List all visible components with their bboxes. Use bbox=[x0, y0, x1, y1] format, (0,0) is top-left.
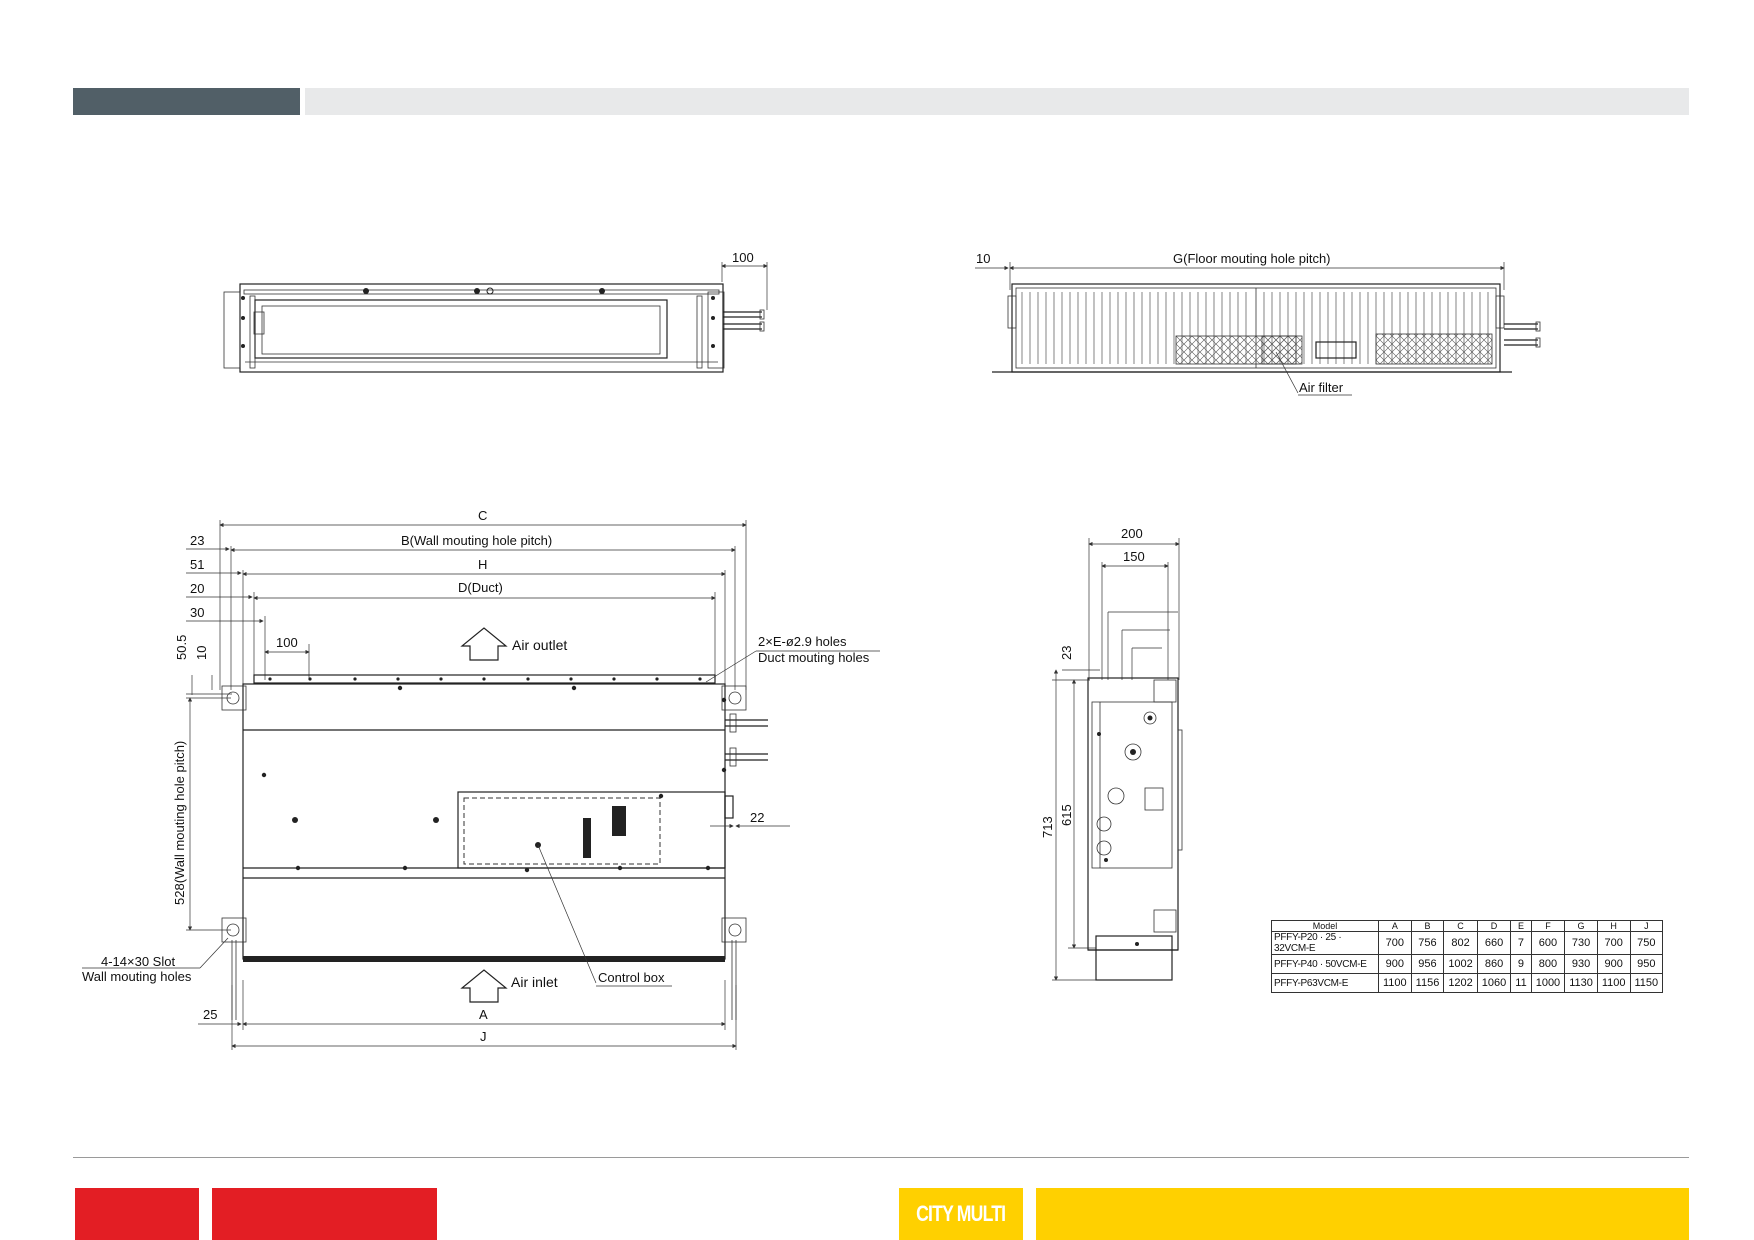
dim-c: C bbox=[478, 508, 487, 523]
dim-h: H bbox=[478, 557, 487, 572]
dim-100: 100 bbox=[276, 635, 298, 650]
footer-rule bbox=[73, 1157, 1689, 1158]
table-cell: 1150 bbox=[1629, 973, 1664, 993]
dim-23: 23 bbox=[190, 533, 204, 548]
table-header: G bbox=[1564, 920, 1598, 932]
dim-30: 30 bbox=[190, 605, 204, 620]
dim-a: A bbox=[479, 1007, 488, 1022]
table-cell: 11 bbox=[1510, 973, 1532, 993]
dim-d: D(Duct) bbox=[458, 580, 503, 595]
dim-200: 200 bbox=[1121, 526, 1143, 541]
table-cell: 1130 bbox=[1564, 973, 1598, 993]
dim-25: 25 bbox=[203, 1007, 217, 1022]
label-duct-holes: Duct mouting holes bbox=[758, 650, 870, 665]
dimension-table: Model A B C D E F G H J PFFY-P20 · 25 · … bbox=[1271, 920, 1664, 993]
table-cell: 950 bbox=[1629, 954, 1664, 974]
table-header: B bbox=[1410, 920, 1445, 932]
table-cell: 756 bbox=[1410, 931, 1445, 955]
label-wall-holes: Wall mouting holes bbox=[82, 969, 192, 984]
table-cell: 1002 bbox=[1443, 954, 1478, 974]
dim-label: 10 bbox=[976, 251, 990, 266]
label-air-outlet: Air outlet bbox=[512, 637, 567, 653]
footer-yellow-bar bbox=[1036, 1188, 1689, 1240]
dim-10: 10 bbox=[194, 646, 209, 660]
table-header: E bbox=[1510, 920, 1532, 932]
table-cell: PFFY-P40 · 50VCM-E bbox=[1271, 954, 1379, 974]
table-cell: PFFY-P20 · 25 · 32VCM-E bbox=[1271, 931, 1379, 955]
table-header: Model bbox=[1271, 920, 1379, 932]
table-cell: PFFY-P63VCM-E bbox=[1271, 973, 1379, 993]
table-header: C bbox=[1443, 920, 1478, 932]
footer-red-block-wide bbox=[212, 1188, 437, 1240]
table-row: PFFY-P20 · 25 · 32VCM-E 700 756 802 660 … bbox=[1271, 931, 1664, 955]
table-header: H bbox=[1596, 920, 1631, 932]
dim-713: 713 bbox=[1040, 816, 1055, 838]
table-cell: 956 bbox=[1410, 954, 1445, 974]
table-cell: 1202 bbox=[1443, 973, 1478, 993]
table-cell: 600 bbox=[1530, 931, 1566, 955]
table-header-row: Model A B C D E F G H J bbox=[1271, 920, 1664, 932]
table-cell: 1156 bbox=[1410, 973, 1445, 993]
table-cell: 900 bbox=[1596, 954, 1631, 974]
table-header: A bbox=[1378, 920, 1412, 932]
table-cell: 750 bbox=[1629, 931, 1664, 955]
table-cell: 1100 bbox=[1378, 973, 1412, 993]
technical-drawing: 100 10 G(Floor mouting hole pitch) Air f… bbox=[82, 250, 1541, 1050]
table-cell: 700 bbox=[1378, 931, 1412, 955]
dim-528: 528(Wall mouting hole pitch) bbox=[172, 741, 187, 905]
table-cell: 700 bbox=[1596, 931, 1631, 955]
dim-20: 20 bbox=[190, 581, 204, 596]
side-view: 200 150 23 713 615 bbox=[1040, 526, 1183, 981]
table-cell: 900 bbox=[1378, 954, 1412, 974]
logo-text: CITY MULTI bbox=[916, 1201, 1006, 1226]
table-cell: 1000 bbox=[1530, 973, 1566, 993]
table-header: F bbox=[1530, 920, 1566, 932]
table-cell: 1100 bbox=[1596, 973, 1631, 993]
dim-label: G(Floor mouting hole pitch) bbox=[1173, 251, 1331, 266]
table-row: PFFY-P63VCM-E 1100 1156 1202 1060 11 100… bbox=[1271, 973, 1664, 993]
label-air-filter: Air filter bbox=[1299, 380, 1344, 395]
dim-label: 100 bbox=[732, 250, 754, 265]
dim-b: B(Wall mouting hole pitch) bbox=[401, 533, 552, 548]
table-cell: 7 bbox=[1510, 931, 1532, 955]
footer-red-block bbox=[75, 1188, 199, 1240]
table-cell: 860 bbox=[1476, 954, 1512, 974]
dim-615: 615 bbox=[1059, 804, 1074, 826]
label-holes: 2×E-ø2.9 holes bbox=[758, 634, 847, 649]
table-cell: 800 bbox=[1530, 954, 1566, 974]
dim-51: 51 bbox=[190, 557, 204, 572]
city-multi-logo: CITY MULTI bbox=[899, 1188, 1023, 1240]
table-cell: 9 bbox=[1510, 954, 1532, 974]
dim-50-5: 50.5 bbox=[174, 635, 189, 660]
table-row: PFFY-P40 · 50VCM-E 900 956 1002 860 9 80… bbox=[1271, 954, 1664, 974]
table-cell: 660 bbox=[1476, 931, 1512, 955]
dim-150: 150 bbox=[1123, 549, 1145, 564]
top-view: 100 bbox=[223, 250, 768, 373]
dim-22: 22 bbox=[750, 810, 764, 825]
front-view: 10 G(Floor mouting hole pitch) Air filte… bbox=[975, 251, 1541, 396]
dim-side-23: 23 bbox=[1059, 646, 1074, 660]
table-header: D bbox=[1476, 920, 1512, 932]
table-cell: 802 bbox=[1443, 931, 1478, 955]
table-cell: 930 bbox=[1564, 954, 1598, 974]
label-slot: 4-14×30 Slot bbox=[101, 954, 175, 969]
table-cell: 1060 bbox=[1476, 973, 1512, 993]
table-header: J bbox=[1629, 920, 1664, 932]
table-cell: 730 bbox=[1564, 931, 1598, 955]
dim-j: J bbox=[480, 1029, 487, 1044]
label-control-box: Control box bbox=[598, 970, 665, 985]
label-air-inlet: Air inlet bbox=[511, 974, 558, 990]
main-plan-view: C B(Wall mouting hole pitch) H D(Duct) 2… bbox=[82, 508, 880, 1050]
